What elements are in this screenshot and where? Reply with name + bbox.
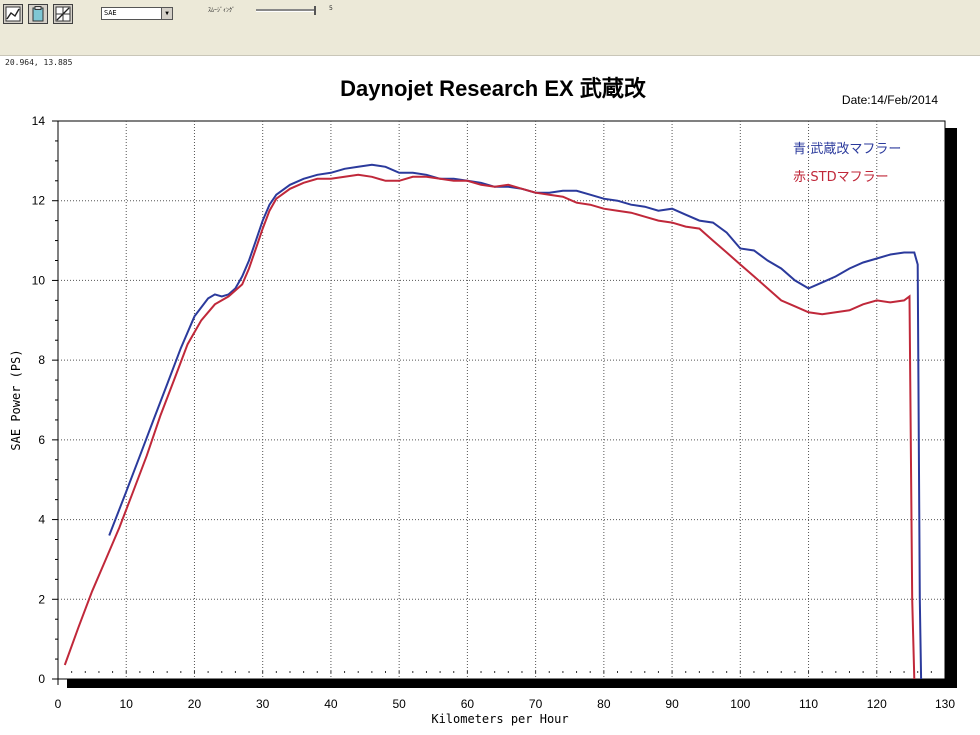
y-axis-label: SAE Power (PS) [9,349,23,450]
legend-entry-red: 赤:STDマフラー [793,170,889,185]
chart-date: Date:14/Feb/2014 [842,93,938,107]
y-tick-labels: 0 2 4 6 8 10 12 14 [32,114,46,686]
y-tick-label: 6 [38,433,45,447]
x-axis-label: Kilometers per Hour [431,712,568,726]
y-tick-label: 2 [38,592,45,606]
x-tick-label: 90 [665,697,679,711]
plot-area [57,120,946,680]
y-tick-label: 8 [38,353,45,367]
legend-entry-blue: 青:武蔵改マフラー [793,142,901,157]
x-tick-label: 130 [935,697,955,711]
x-tick-label: 10 [120,697,134,711]
x-tick-label: 80 [597,697,611,711]
x-tick-label: 100 [730,697,750,711]
x-tick-label: 60 [461,697,475,711]
y-tick-label: 4 [38,513,45,527]
x-tick-label: 30 [256,697,270,711]
y-tick-label: 0 [38,672,45,686]
y-tick-label: 12 [32,194,46,208]
chart-title: Daynojet Research EX 武蔵改 [340,76,647,101]
x-tick-label: 40 [324,697,338,711]
x-tick-label: 120 [867,697,887,711]
x-tick-label: 110 [799,697,818,711]
x-tick-label: 70 [529,697,543,711]
dyno-chart: Daynojet Research EX 武蔵改 Date:14/Feb/201… [9,76,957,726]
x-tick-label: 0 [55,697,62,711]
y-tick-label: 14 [32,114,46,128]
y-tick-label: 10 [32,273,46,287]
x-tick-labels: 0 10 20 30 40 50 60 70 80 90 100 110 120 130 [55,697,956,711]
x-tick-label: 20 [188,697,202,711]
x-tick-label: 50 [392,697,406,711]
